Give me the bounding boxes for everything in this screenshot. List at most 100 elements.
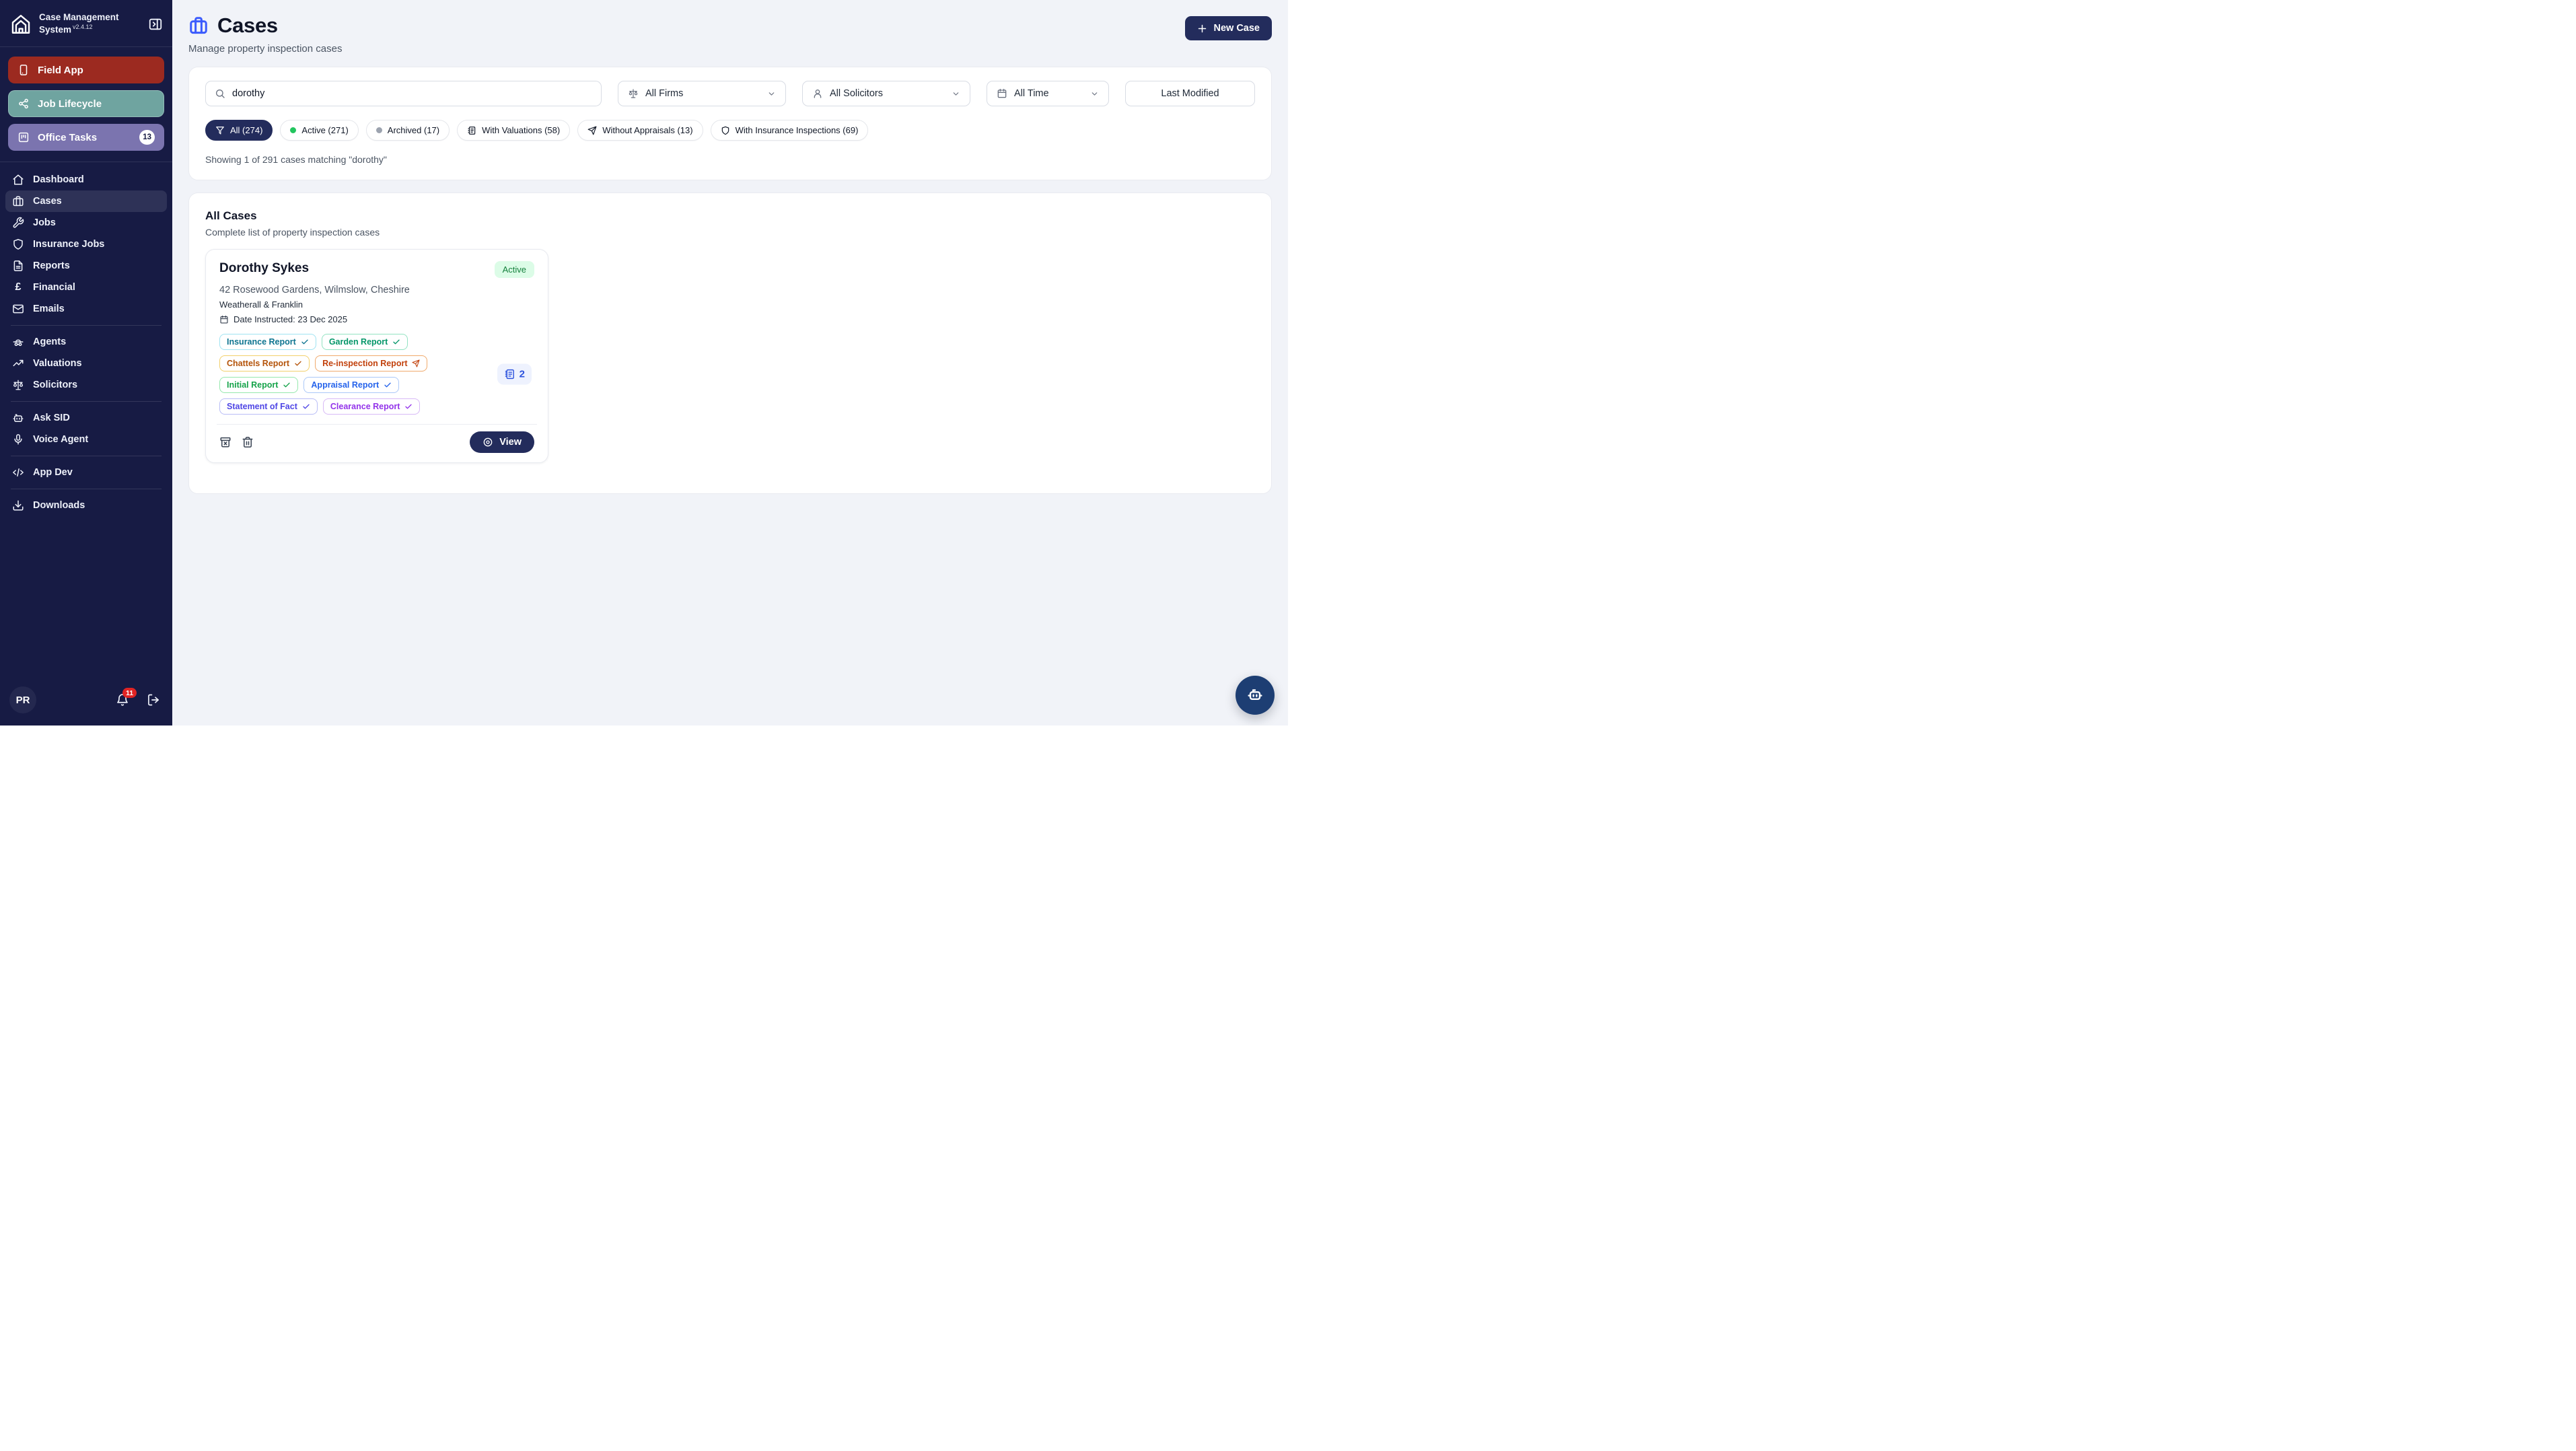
shield-icon xyxy=(721,126,730,135)
new-case-button[interactable]: New Case xyxy=(1185,16,1272,40)
pound-icon: £ xyxy=(12,281,24,293)
sidebar-item-ask-sid[interactable]: Ask SID xyxy=(5,407,167,429)
report-tags-zone: Insurance Report Garden Report Chattels … xyxy=(219,334,534,415)
agent-icon xyxy=(12,336,24,348)
check-icon xyxy=(392,338,400,346)
notes-count-badge[interactable]: 2 xyxy=(497,364,532,385)
check-icon xyxy=(283,381,291,389)
sidebar-button-office-tasks[interactable]: Office Tasks 13 xyxy=(8,124,164,151)
check-icon xyxy=(301,338,309,346)
sidebar-item-app-dev[interactable]: App Dev xyxy=(5,462,167,483)
archive-icon[interactable] xyxy=(219,436,231,448)
sidebar-button-job-lifecycle[interactable]: Job Lifecycle xyxy=(8,90,164,117)
check-icon xyxy=(302,402,310,411)
all-cases-panel: All Cases Complete list of property insp… xyxy=(188,192,1272,494)
user-icon xyxy=(812,88,823,99)
sidebar-item-valuations[interactable]: Valuations xyxy=(5,353,167,374)
sidebar-header: Case Management Systemv2.4.12 xyxy=(0,0,172,47)
briefcase-icon xyxy=(12,195,24,207)
notification-count-badge: 11 xyxy=(122,688,137,698)
chip-with-valuations[interactable]: With Valuations (58) xyxy=(457,120,570,141)
sidebar-item-reports[interactable]: Reports xyxy=(5,255,167,277)
sidebar: Case Management Systemv2.4.12 Field App … xyxy=(0,0,172,726)
shield-icon xyxy=(12,238,24,250)
robot-icon xyxy=(12,412,24,424)
app-version: v2.4.12 xyxy=(73,24,93,30)
app-title: Case Management Systemv2.4.12 xyxy=(39,12,141,36)
chevron-down-icon xyxy=(952,90,960,98)
eye-icon xyxy=(482,437,493,448)
divider xyxy=(217,424,537,425)
chevron-down-icon xyxy=(1090,90,1099,98)
trash-icon[interactable] xyxy=(242,436,254,448)
chip-active[interactable]: Active (271) xyxy=(280,120,358,141)
time-dropdown[interactable]: All Time xyxy=(987,81,1109,106)
sidebar-divider xyxy=(11,325,162,326)
view-button[interactable]: View xyxy=(470,431,534,453)
app-logo-house-icon xyxy=(9,13,32,36)
sidebar-collapse-icon[interactable] xyxy=(148,17,163,32)
tag-statement-of-fact[interactable]: Statement of Fact xyxy=(219,398,318,415)
smartphone-icon xyxy=(17,64,30,76)
results-count-text: Showing 1 of 291 cases matching "dorothy… xyxy=(205,154,1255,165)
section-title: All Cases xyxy=(205,209,1255,223)
sidebar-item-emails[interactable]: Emails xyxy=(5,298,167,320)
sidebar-nav: Dashboard Cases Jobs Insurance Jobs Repo… xyxy=(0,162,172,523)
tag-chattels-report[interactable]: Chattels Report xyxy=(219,355,310,371)
chip-with-insurance-inspections[interactable]: With Insurance Inspections (69) xyxy=(711,120,869,141)
sidebar-item-solicitors[interactable]: Solicitors xyxy=(5,374,167,396)
sidebar-item-jobs[interactable]: Jobs xyxy=(5,212,167,234)
chip-without-appraisals[interactable]: Without Appraisals (13) xyxy=(577,120,703,141)
page-subtitle: Manage property inspection cases xyxy=(188,43,342,55)
search-input[interactable] xyxy=(232,88,592,99)
search-box xyxy=(205,81,602,106)
calendar-icon xyxy=(997,88,1007,99)
sidebar-divider xyxy=(11,401,162,402)
firms-dropdown[interactable]: All Firms xyxy=(618,81,786,106)
tag-appraisal-report[interactable]: Appraisal Report xyxy=(303,377,399,393)
notebook-icon xyxy=(504,369,515,380)
sidebar-button-field-app[interactable]: Field App xyxy=(8,57,164,83)
gray-dot-icon xyxy=(376,127,382,133)
tag-re-inspection-report[interactable]: Re-inspection Report xyxy=(315,355,427,371)
case-name: Dorothy Sykes xyxy=(219,261,309,276)
check-icon xyxy=(404,402,413,411)
sidebar-quick-buttons: Field App Job Lifecycle Office Tasks 13 xyxy=(0,47,172,162)
chip-all[interactable]: All (274) xyxy=(205,120,273,141)
sidebar-item-insurance-jobs[interactable]: Insurance Jobs xyxy=(5,234,167,255)
sidebar-item-dashboard[interactable]: Dashboard xyxy=(5,169,167,190)
tag-initial-report[interactable]: Initial Report xyxy=(219,377,298,393)
logout-icon[interactable] xyxy=(147,693,160,707)
tag-clearance-report[interactable]: Clearance Report xyxy=(323,398,421,415)
sidebar-item-voice-agent[interactable]: Voice Agent xyxy=(5,429,167,450)
assistant-robot-button[interactable] xyxy=(1236,676,1275,715)
green-dot-icon xyxy=(290,127,296,133)
office-tasks-count-badge: 13 xyxy=(139,130,155,145)
robot-icon xyxy=(1246,686,1264,705)
chip-archived[interactable]: Archived (17) xyxy=(366,120,450,141)
sidebar-item-downloads[interactable]: Downloads xyxy=(5,495,167,516)
notifications-button[interactable]: 11 xyxy=(116,693,129,707)
send-icon xyxy=(412,359,420,367)
workflow-icon xyxy=(17,98,30,110)
chevron-down-icon xyxy=(767,90,776,98)
page-title: Cases xyxy=(217,13,278,38)
calendar-icon xyxy=(219,315,229,324)
sidebar-item-cases[interactable]: Cases xyxy=(5,190,167,212)
avatar[interactable]: PR xyxy=(9,686,36,713)
solicitors-dropdown[interactable]: All Solicitors xyxy=(802,81,970,106)
download-icon xyxy=(12,499,24,511)
sidebar-button-label: Job Lifecycle xyxy=(38,98,102,110)
sidebar-item-financial[interactable]: £ Financial xyxy=(5,277,167,298)
tag-garden-report[interactable]: Garden Report xyxy=(322,334,408,350)
mail-icon xyxy=(12,303,24,315)
sidebar-item-agents[interactable]: Agents xyxy=(5,331,167,353)
trending-up-icon xyxy=(12,357,24,369)
kanban-icon xyxy=(17,131,30,143)
tag-insurance-report[interactable]: Insurance Report xyxy=(219,334,316,350)
sidebar-button-label: Field App xyxy=(38,65,83,76)
section-subtitle: Complete list of property inspection cas… xyxy=(205,227,1255,238)
filter-chips: All (274) Active (271) Archived (17) Wit… xyxy=(205,120,1255,141)
filters-panel: All Firms All Solicitors All Time Last M… xyxy=(188,67,1272,180)
sort-button[interactable]: Last Modified xyxy=(1125,81,1255,106)
